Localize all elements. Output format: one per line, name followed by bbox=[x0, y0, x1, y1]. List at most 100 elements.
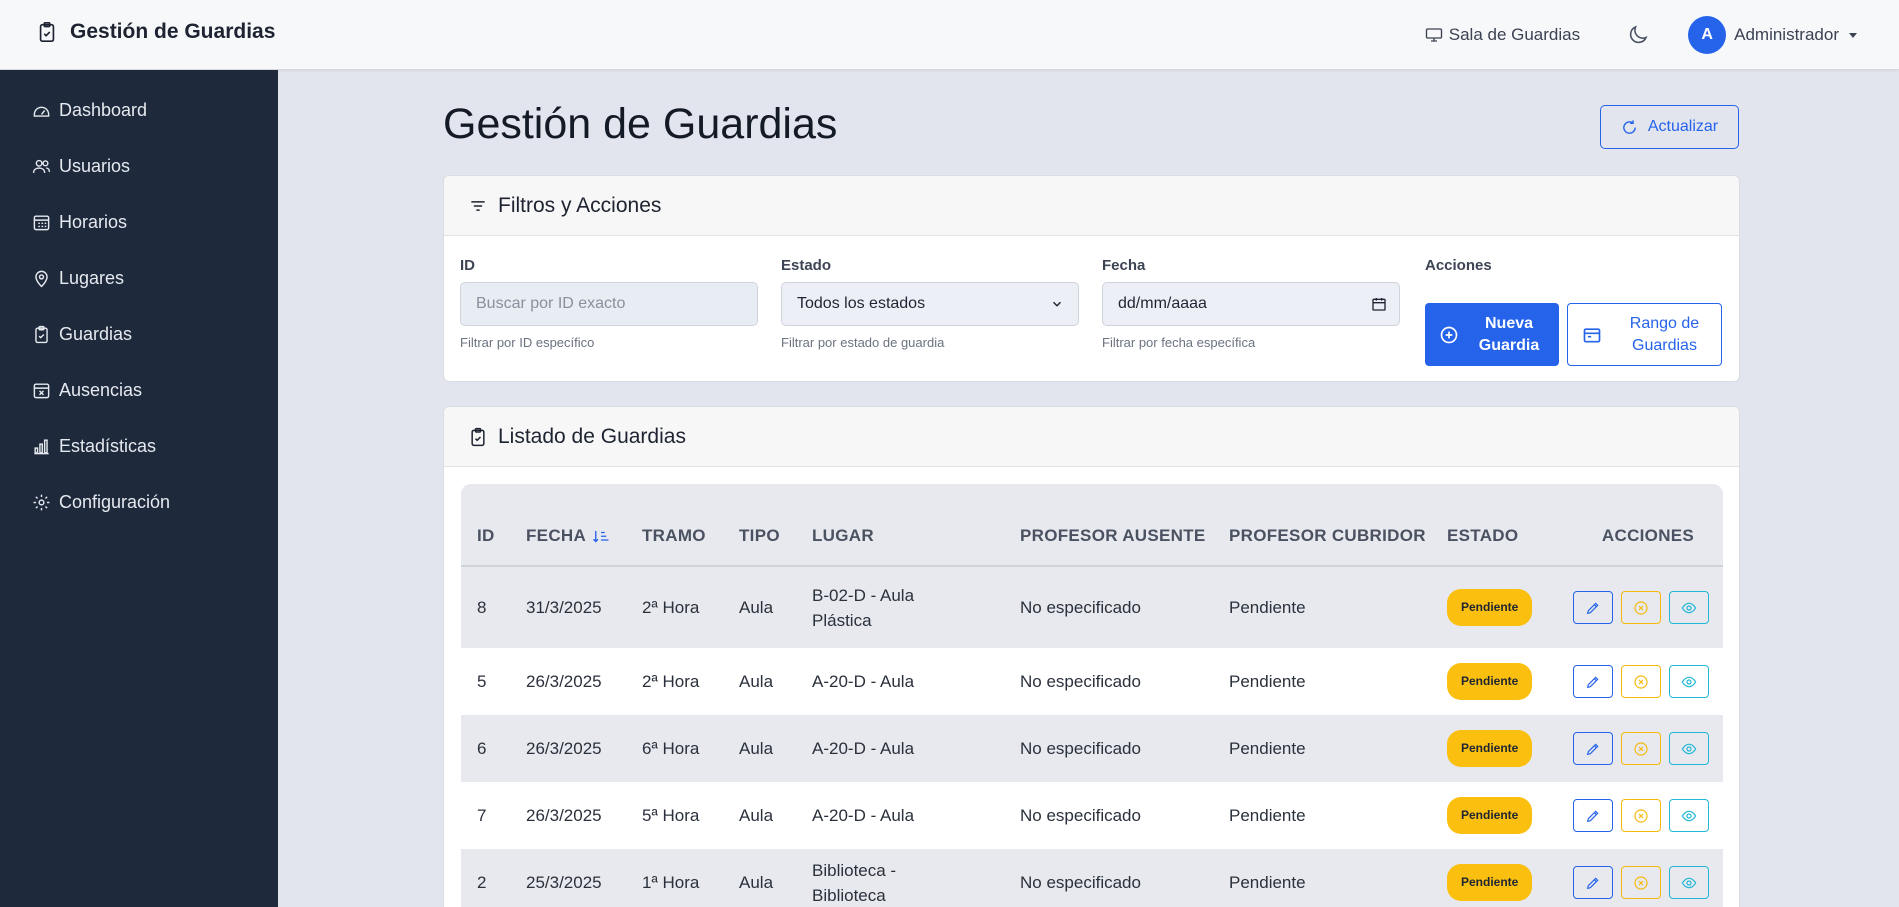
sidebar-item-configuracion[interactable]: Configuración bbox=[32, 492, 170, 513]
listado-title: Listado de Guardias bbox=[498, 424, 686, 448]
col-lugar[interactable]: LUGAR bbox=[812, 484, 1020, 566]
view-button[interactable] bbox=[1669, 665, 1709, 698]
cell-acciones bbox=[1573, 566, 1723, 648]
view-button[interactable] bbox=[1669, 866, 1709, 899]
table-row: 5 26/3/2025 2ª Hora Aula A-20-D - Aula No esp… bbox=[461, 648, 1723, 715]
cell-profesor-cubridor: Pendiente bbox=[1229, 672, 1306, 691]
cell-id: 8 bbox=[477, 598, 487, 617]
col-fecha[interactable]: FECHA bbox=[526, 484, 642, 566]
user-menu[interactable]: A Administrador bbox=[1688, 16, 1857, 54]
avatar: A bbox=[1688, 16, 1727, 54]
cancel-button[interactable] bbox=[1621, 866, 1661, 899]
sala-guardias-link[interactable]: Sala de Guardias bbox=[1425, 25, 1580, 45]
sidebar-item-lugares[interactable]: Lugares bbox=[32, 268, 124, 289]
sidebar-item-guardias[interactable]: Guardias bbox=[32, 324, 132, 345]
edit-button[interactable] bbox=[1573, 665, 1613, 698]
cancel-button[interactable] bbox=[1621, 732, 1661, 765]
fecha-date-input[interactable]: dd/mm/aaaa bbox=[1102, 282, 1400, 326]
cell-lugar: Biblioteca - Biblioteca bbox=[812, 860, 897, 905]
pencil-icon bbox=[1586, 675, 1599, 688]
table-row: 2 25/3/2025 1ª Hora Aula Biblioteca - Biblio… bbox=[461, 849, 1723, 907]
calendar-icon[interactable] bbox=[1371, 296, 1387, 312]
user-name: Administrador bbox=[1734, 25, 1839, 44]
map-pin-icon bbox=[35, 270, 48, 288]
brand[interactable]: Gestión de Guardias bbox=[36, 20, 275, 44]
status-badge: Pendiente bbox=[1447, 589, 1533, 626]
sidebar-item-label: Ausencias bbox=[59, 380, 143, 400]
row-actions bbox=[1573, 665, 1723, 698]
cell-estado: Pendiente bbox=[1447, 648, 1573, 715]
sidebar-item-label: Configuración bbox=[59, 492, 171, 512]
sidebar-item-label: Usuarios bbox=[59, 156, 131, 176]
users-icon bbox=[32, 159, 51, 173]
row-actions bbox=[1573, 799, 1723, 832]
cell-profesor-ausente: No especificado bbox=[1020, 672, 1141, 691]
sort-desc-icon[interactable] bbox=[592, 529, 610, 545]
eye-icon bbox=[1681, 743, 1697, 754]
filters-title: Filtros y Acciones bbox=[498, 193, 662, 217]
acciones-label: Acciones bbox=[1425, 257, 1492, 274]
col-tramo[interactable]: TRAMO bbox=[642, 484, 739, 566]
cancel-button[interactable] bbox=[1621, 799, 1661, 832]
cell-profesor-cubridor: Pendiente bbox=[1229, 873, 1306, 892]
filters-body: ID Buscar por ID exacto Filtrar por ID e… bbox=[444, 236, 1739, 381]
col-fecha-label: FECHA bbox=[526, 526, 587, 545]
cell-acciones bbox=[1573, 782, 1723, 849]
sidebar-item-usuarios[interactable]: Usuarios bbox=[32, 156, 130, 177]
cell-fecha: 31/3/2025 bbox=[526, 598, 602, 617]
edit-button[interactable] bbox=[1573, 591, 1613, 624]
brand-title: Gestión de Guardias bbox=[70, 20, 276, 43]
moon-icon[interactable] bbox=[1626, 23, 1650, 47]
sidebar-item-estadisticas[interactable]: Estadísticas bbox=[32, 436, 156, 457]
estado-select[interactable]: Todos los estados bbox=[781, 282, 1079, 326]
estado-label: Estado bbox=[781, 257, 832, 274]
sidebar-item-label: Lugares bbox=[59, 268, 125, 288]
sidebar-item-dashboard[interactable]: Dashboard bbox=[32, 100, 147, 121]
cell-tramo: 2ª Hora bbox=[642, 598, 700, 617]
filters-header: Filtros y Acciones bbox=[444, 176, 1739, 236]
range-guardias-button[interactable]: Rango de Guardias bbox=[1567, 303, 1722, 366]
sidebar-item-horarios[interactable]: Horarios bbox=[32, 212, 127, 233]
id-search-input[interactable]: Buscar por ID exacto bbox=[460, 282, 758, 326]
sidebar-item-label: Dashboard bbox=[59, 100, 148, 120]
col-profesor-cubridor[interactable]: PROFESOR CUBRIDOR bbox=[1229, 484, 1447, 566]
row-actions bbox=[1573, 732, 1723, 765]
edit-button[interactable] bbox=[1573, 732, 1613, 765]
pencil-icon bbox=[1586, 809, 1599, 822]
page-title: Gestión de Guardias bbox=[443, 100, 838, 148]
cell-profesor-ausente: No especificado bbox=[1020, 806, 1141, 825]
sala-guardias-label: Sala de Guardias bbox=[1448, 25, 1581, 44]
cell-profesor-ausente: No especificado bbox=[1020, 598, 1141, 617]
cancel-button[interactable] bbox=[1621, 591, 1661, 624]
cell-estado: Pendiente bbox=[1447, 715, 1573, 782]
new-guardia-button[interactable]: Nueva Guardia bbox=[1425, 303, 1559, 366]
cell-estado: Pendiente bbox=[1447, 849, 1573, 907]
row-actions bbox=[1573, 591, 1723, 624]
cell-estado: Pendiente bbox=[1447, 566, 1573, 648]
listado-card: Listado de Guardias ID FECHA TRAMO TIPO … bbox=[443, 406, 1740, 907]
calendar-range-icon bbox=[1583, 327, 1601, 342]
edit-button[interactable] bbox=[1573, 866, 1613, 899]
chevron-down-icon bbox=[1052, 301, 1062, 307]
table-row: 6 26/3/2025 6ª Hora Aula A-20-D - Aula No esp… bbox=[461, 715, 1723, 782]
refresh-icon bbox=[1623, 119, 1636, 134]
cancel-button[interactable] bbox=[1621, 665, 1661, 698]
gear-icon bbox=[33, 494, 50, 511]
pencil-icon bbox=[1586, 742, 1599, 755]
eye-icon bbox=[1681, 602, 1697, 613]
col-id[interactable]: ID bbox=[461, 484, 526, 566]
cell-id: 6 bbox=[477, 739, 487, 758]
cell-lugar: A-20-D - Aula bbox=[812, 672, 915, 691]
range-guardias-label: Rango de Guardias bbox=[1629, 314, 1700, 354]
view-button[interactable] bbox=[1669, 732, 1709, 765]
col-tipo[interactable]: TIPO bbox=[739, 484, 812, 566]
view-button[interactable] bbox=[1669, 591, 1709, 624]
edit-button[interactable] bbox=[1573, 799, 1613, 832]
sidebar-item-ausencias[interactable]: Ausencias bbox=[32, 380, 142, 401]
view-button[interactable] bbox=[1669, 799, 1709, 832]
col-estado[interactable]: ESTADO bbox=[1447, 484, 1573, 566]
col-profesor-ausente[interactable]: PROFESOR AUSENTE bbox=[1020, 484, 1229, 566]
x-circle-icon bbox=[1634, 808, 1648, 823]
refresh-button[interactable]: Actualizar bbox=[1600, 105, 1739, 149]
cell-tipo: Aula bbox=[739, 598, 774, 617]
